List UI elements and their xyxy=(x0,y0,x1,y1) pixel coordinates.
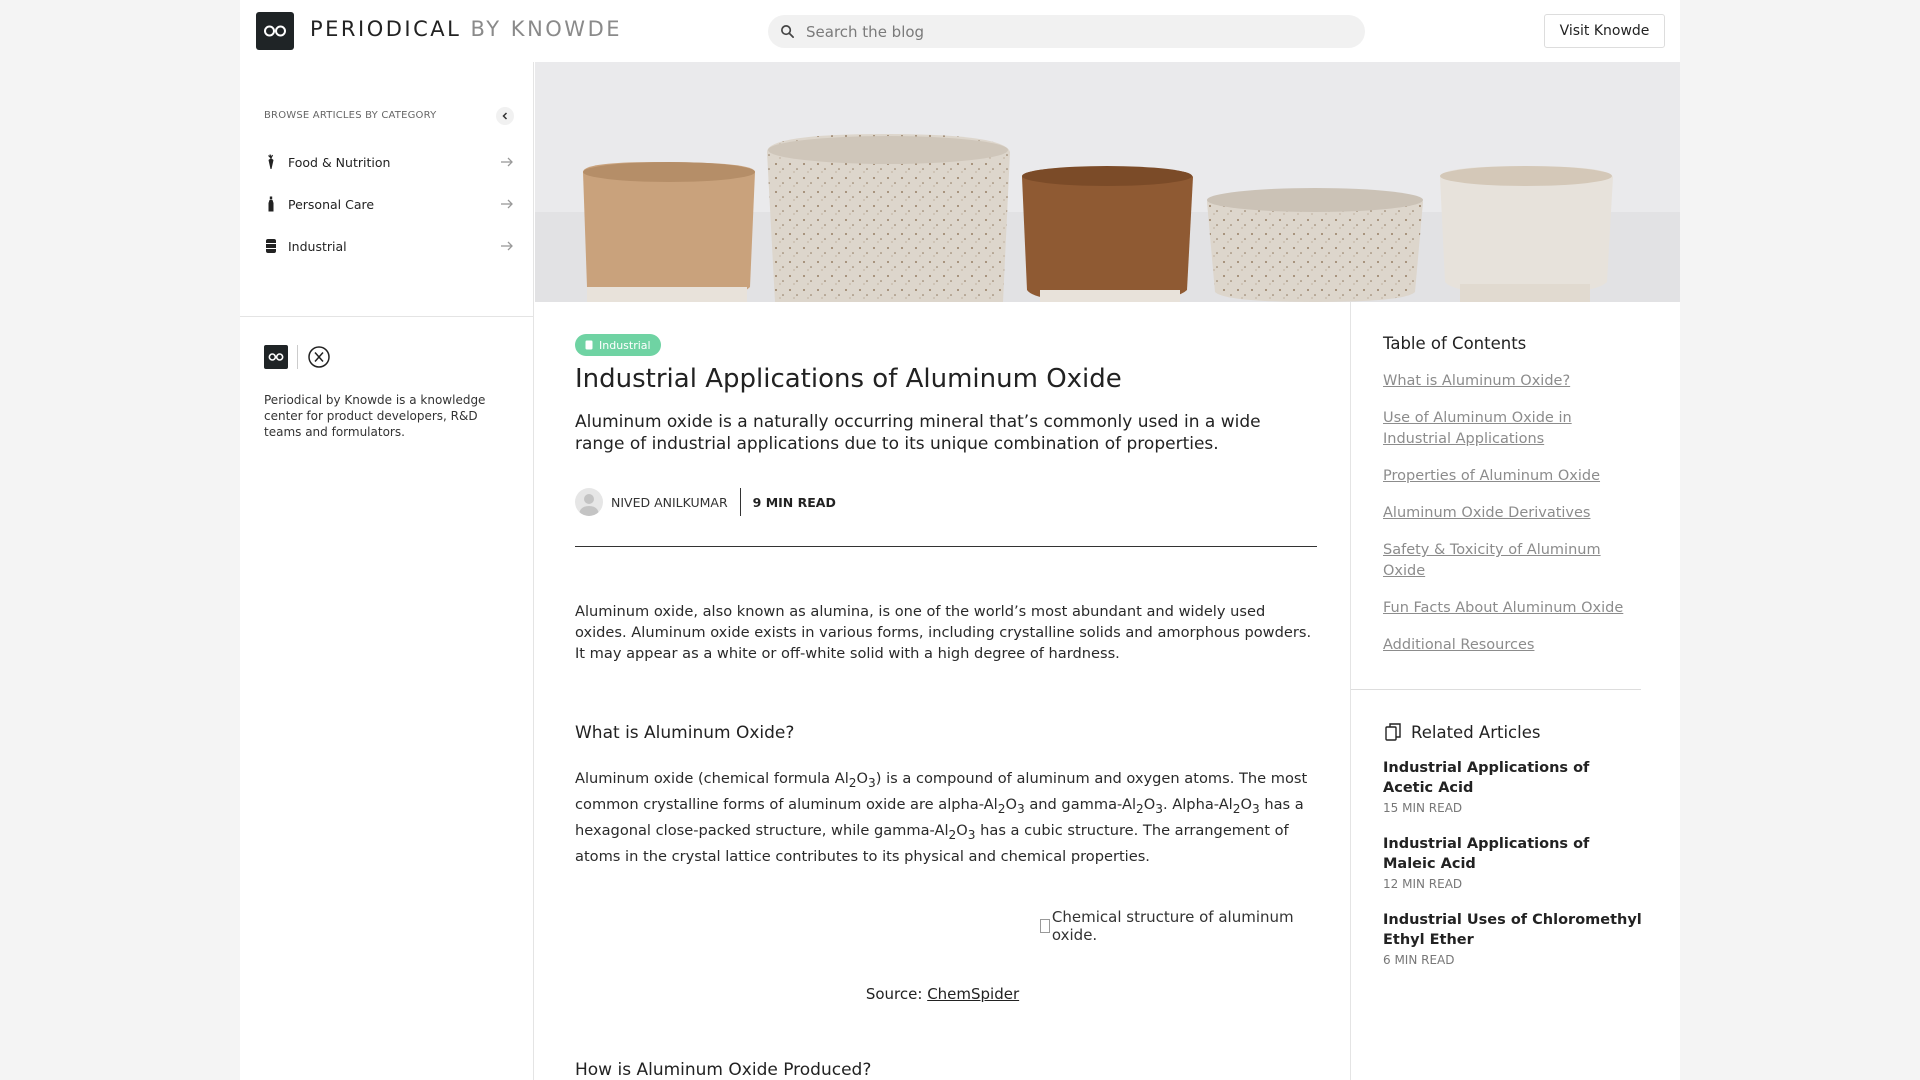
brand-secondary: BY KNOWDE xyxy=(470,17,623,41)
category-personal-care[interactable]: Personal Care xyxy=(264,189,514,219)
badge-label: Industrial xyxy=(599,338,651,352)
related-article-title: Industrial Applications of Acetic Acid xyxy=(1383,760,1590,796)
category-industrial[interactable]: Industrial xyxy=(264,231,514,261)
article-title: Industrial Applications of Aluminum Oxid… xyxy=(575,364,1122,394)
infinity-icon xyxy=(264,25,286,37)
person-icon xyxy=(579,494,599,516)
image-source: Source: ChemSpider xyxy=(535,985,1350,1003)
toc-link[interactable]: Additional Resources xyxy=(1383,635,1643,656)
category-food-nutrition[interactable]: Food & Nutrition xyxy=(264,147,514,177)
read-time: 9 MIN READ xyxy=(752,494,836,510)
right-column: Table of Contents What is Aluminum Oxide… xyxy=(1350,302,1680,1080)
image-alt-text: Chemical structure of aluminum oxide. xyxy=(1051,908,1294,944)
section-heading-produced: How is Aluminum Oxide Produced? xyxy=(575,1060,872,1080)
related-article[interactable]: Industrial Applications of Acetic Acid 1… xyxy=(1383,758,1643,815)
section1-paragraph: Aluminum oxide (chemical formula Al2O3) … xyxy=(575,770,1308,865)
related-title: Related Articles xyxy=(1411,722,1541,742)
source-label: Source: xyxy=(865,985,928,1003)
category-heading-row: BROWSE ARTICLES BY CATEGORY xyxy=(264,107,514,126)
related-article[interactable]: Industrial Uses of Chloromethyl Ethyl Et… xyxy=(1383,910,1643,967)
bottle-icon xyxy=(264,195,278,213)
category-label: Industrial xyxy=(288,238,347,254)
category-label: Food & Nutrition xyxy=(288,154,391,170)
related-article[interactable]: Industrial Applications of Maleic Acid 1… xyxy=(1383,834,1643,891)
category-heading: BROWSE ARTICLES BY CATEGORY xyxy=(264,110,437,121)
chemspider-link[interactable]: ChemSpider xyxy=(927,985,1019,1003)
collapse-sidebar-button[interactable] xyxy=(496,107,514,125)
toc-link[interactable]: Safety & Toxicity of Aluminum Oxide xyxy=(1383,540,1643,582)
footer-separator xyxy=(297,345,298,369)
x-social-icon[interactable] xyxy=(308,346,330,368)
article-divider xyxy=(575,546,1317,547)
ceramic-cups-illustration xyxy=(535,62,1680,302)
hero-image xyxy=(535,62,1680,302)
app-window: PERIODICAL BY KNOWDE Visit Knowde BROWSE… xyxy=(240,0,1680,1080)
article-subtitle: Aluminum oxide is a naturally occurring … xyxy=(575,412,1261,454)
sidebar: BROWSE ARTICLES BY CATEGORY Food & Nutri… xyxy=(240,62,534,1080)
carrot-icon xyxy=(264,153,278,171)
author-separator xyxy=(739,488,741,516)
related-article-title: Industrial Uses of Chloromethyl Ethyl Et… xyxy=(1383,912,1642,948)
site-description: Periodical by Knowde is a knowledge cent… xyxy=(264,393,486,439)
toc-link[interactable]: Use of Aluminum Oxide in Industrial Appl… xyxy=(1383,408,1643,450)
author-row: NIVED ANILKUMAR 9 MIN READ xyxy=(575,486,836,518)
section-heading-what-is: What is Aluminum Oxide? xyxy=(575,723,795,743)
barrel-icon xyxy=(585,340,593,350)
arrow-right-icon xyxy=(501,199,513,209)
knowde-footer-logo[interactable] xyxy=(264,345,288,369)
brand-primary: PERIODICAL xyxy=(310,17,462,41)
knowde-logo[interactable] xyxy=(256,12,294,50)
barrel-icon xyxy=(264,237,278,255)
toc-link[interactable]: What is Aluminum Oxide? xyxy=(1383,371,1643,392)
brand-wordmark[interactable]: PERIODICAL BY KNOWDE xyxy=(310,17,622,41)
chevron-left-icon xyxy=(502,112,508,120)
category-label: Personal Care xyxy=(288,196,375,212)
related-article-read-time: 12 MIN READ xyxy=(1383,877,1463,891)
intro-paragraph: Aluminum oxide, also known as alumina, i… xyxy=(575,603,1312,662)
broken-image-icon xyxy=(1040,919,1050,933)
related-articles-heading: Related Articles xyxy=(1383,720,1540,744)
right-column-divider xyxy=(1351,689,1641,690)
related-article-read-time: 15 MIN READ xyxy=(1383,801,1463,815)
author-name[interactable]: NIVED ANILKUMAR xyxy=(611,495,728,510)
category-badge[interactable]: Industrial xyxy=(575,334,661,356)
infinity-icon xyxy=(268,353,284,361)
toc-title: Table of Contents xyxy=(1383,334,1527,353)
article-main: Industrial Industrial Applications of Al… xyxy=(535,302,1350,1080)
related-article-title: Industrial Applications of Maleic Acid xyxy=(1383,836,1590,872)
arrow-right-icon xyxy=(501,157,513,167)
chemical-structure-image: Chemical structure of aluminum oxide. xyxy=(1040,908,1340,944)
search-input[interactable] xyxy=(806,15,1346,48)
related-article-read-time: 6 MIN READ xyxy=(1383,953,1455,967)
visit-knowde-button[interactable]: Visit Knowde xyxy=(1544,14,1665,48)
arrow-right-icon xyxy=(501,241,513,251)
documents-icon xyxy=(1385,723,1401,741)
toc-link[interactable]: Aluminum Oxide Derivatives xyxy=(1383,503,1643,524)
sidebar-divider xyxy=(240,316,534,317)
search-bar xyxy=(768,15,1365,48)
top-bar: PERIODICAL BY KNOWDE Visit Knowde xyxy=(240,0,1680,62)
toc-link[interactable]: Fun Facts About Aluminum Oxide xyxy=(1383,598,1643,619)
search-icon xyxy=(781,25,794,38)
toc-link[interactable]: Properties of Aluminum Oxide xyxy=(1383,466,1643,487)
author-avatar[interactable] xyxy=(575,488,603,516)
